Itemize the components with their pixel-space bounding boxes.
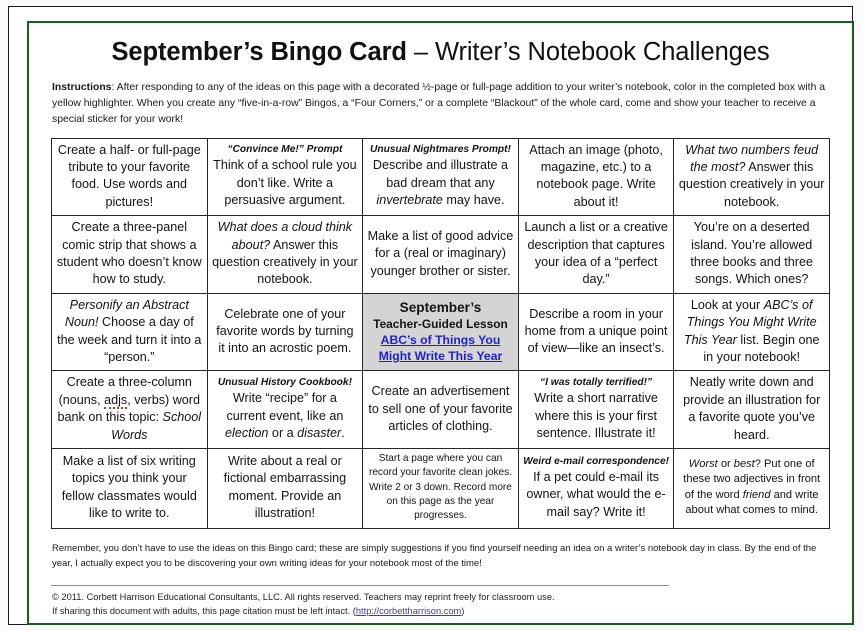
bingo-cell-body: You’re on a deserted island. You’re allo… — [690, 220, 813, 287]
bingo-cell-body: Personify an Abstract Noun! Choose a day… — [57, 297, 202, 365]
bingo-cell-header: “Convince Me!” Prompt — [227, 144, 343, 156]
page-title: September’s Bingo Card – Writer’s Notebo… — [51, 38, 830, 67]
bingo-cell-header: Unusual History Cookbook! — [217, 377, 352, 389]
bingo-cell-r2-c4[interactable]: Launch a list or a creative description … — [517, 215, 675, 294]
bingo-cell-body: Create a three-column (nouns, adjs, verb… — [57, 375, 202, 442]
bingo-cell-r4-c2[interactable]: Unusual History Cookbook! Write “recipe” … — [206, 370, 364, 450]
bingo-cell-r2-c3[interactable]: Make a list of good advice for a (real o… — [362, 215, 519, 294]
bingo-cell-body: Launch a list or a creative description … — [524, 220, 668, 287]
copyright-line-2-prefix: If sharing this document with adults, th… — [52, 605, 356, 616]
instructions-text: : After responding to any of the ideas o… — [52, 82, 826, 126]
copyright-block: © 2011. Corbett Harrison Educational Con… — [52, 590, 829, 618]
copyright-line-2-suffix: ) — [461, 605, 465, 616]
bingo-cell-r1-c2[interactable]: “Convince Me!” Prompt Think of a school r… — [206, 137, 364, 217]
bingo-cell-r1-c3[interactable]: Unusual Nightmares Prompt! Describe and i… — [362, 137, 519, 217]
green-border-frame: September’s Bingo Card – Writer’s Notebo… — [27, 21, 854, 625]
bingo-cell-header: “I was totally terrified!” — [540, 377, 653, 389]
bingo-row: Personify an Abstract Noun! Choose a day… — [51, 292, 830, 372]
document-page: September’s Bingo Card – Writer’s Notebo… — [0, 0, 863, 631]
bingo-cell-body: Look at your ABC’s of Things You Might W… — [683, 297, 820, 365]
bingo-cell-body: Create a three-panel comic strip that sh… — [56, 220, 202, 287]
bingo-cell-body: Write “recipe” for a current event, like… — [225, 391, 345, 440]
page-title-bold: September’s Bingo Card — [111, 38, 407, 66]
bingo-cell-r4-c1[interactable]: Create a three-column (nouns, adjs, verb… — [51, 370, 208, 450]
bingo-cell-r4-c4[interactable]: “I was totally terrified!” Write a short … — [517, 370, 675, 450]
page-title-regular: Writer’s Notebook Challenges — [434, 38, 770, 66]
bingo-row: Create a half- or full-page tribute to y… — [51, 137, 830, 217]
free-space-title: September’s — [399, 299, 482, 315]
bingo-cell-r2-c2[interactable]: What does a cloud think about? Answer th… — [206, 215, 364, 294]
bingo-cell-body: What does a cloud think about? Answer th… — [212, 220, 358, 287]
paper-sheet: September’s Bingo Card – Writer’s Notebo… — [8, 6, 854, 625]
instructions-label: Instructions — [52, 82, 112, 93]
bingo-cell-body: If a pet could e-mail its owner, what wo… — [526, 469, 666, 519]
bingo-row: Create a three-panel comic strip that sh… — [51, 215, 830, 294]
bingo-cell-body: Create an advertisement to sell one of y… — [368, 384, 513, 433]
bingo-cell-body: What two numbers feud the most? Answer t… — [678, 142, 825, 209]
bingo-cell-r3-c5[interactable]: Look at your ABC’s of Things You Might W… — [673, 292, 830, 372]
bingo-cell-body: Attach an image (photo, magazine, etc.) … — [529, 142, 663, 209]
bingo-row: Create a three-column (nouns, adjs, verb… — [51, 370, 830, 450]
copyright-line-1: © 2011. Corbett Harrison Educational Con… — [52, 591, 555, 602]
bingo-cell-r5-c3[interactable]: Start a page where you can record your f… — [362, 448, 519, 529]
bingo-cell-body: Neatly write down and provide an illustr… — [683, 375, 821, 442]
bingo-cell-body: Start a page where you can record your f… — [368, 453, 513, 522]
bingo-row: Make a list of six writing topics you th… — [51, 448, 830, 529]
bingo-cell-r3-c2[interactable]: Celebrate one of your favorite words by … — [206, 292, 364, 372]
bingo-cell-free-space[interactable]: September’s Teacher-Guided Lesson ABC’s of… — [362, 292, 519, 372]
teacher-guided-lesson-link[interactable]: ABC’s of Things You Might Write This Yea… — [367, 332, 514, 365]
free-space-subtitle: Teacher-Guided Lesson — [373, 316, 508, 331]
instructions-paragraph: Instructions: After responding to any of… — [52, 80, 829, 129]
bingo-cell-header: Unusual Nightmares Prompt! — [370, 144, 511, 156]
bingo-cell-r5-c1[interactable]: Make a list of six writing topics you th… — [51, 448, 208, 529]
bingo-cell-r4-c3[interactable]: Create an advertisement to sell one of y… — [362, 370, 519, 450]
bingo-cell-body: Think of a school rule you don’t like. W… — [213, 158, 357, 208]
bingo-grid: Create a half- or full-page tribute to y… — [51, 137, 830, 529]
bingo-cell-r5-c5[interactable]: Worst or best? Put one of these two adje… — [673, 448, 830, 529]
bingo-cell-header: Weird e-mail correspondence! — [523, 455, 670, 467]
bingo-cell-r1-c5[interactable]: What two numbers feud the most? Answer t… — [673, 137, 830, 217]
remember-note: Remember, you don’t have to use the idea… — [52, 542, 817, 570]
bingo-cell-body: Create a half- or full-page tribute to y… — [57, 142, 201, 209]
bingo-grid-body: Create a half- or full-page tribute to y… — [51, 137, 830, 529]
bingo-cell-r1-c1[interactable]: Create a half- or full-page tribute to y… — [51, 137, 208, 217]
bingo-cell-r2-c5[interactable]: You’re on a deserted island. You’re allo… — [673, 215, 830, 294]
bingo-cell-body: Describe and illustrate a bad dream that… — [372, 158, 509, 208]
bingo-cell-r4-c5[interactable]: Neatly write down and provide an illustr… — [673, 370, 830, 450]
bingo-cell-body: Make a list of good advice for a (real o… — [367, 228, 514, 278]
bingo-cell-body: Celebrate one of your favorite words by … — [216, 306, 354, 356]
bingo-cell-body: Worst or best? Put one of these two adje… — [683, 458, 821, 517]
page-content: September’s Bingo Card – Writer’s Notebo… — [29, 23, 852, 623]
bingo-cell-r1-c4[interactable]: Attach an image (photo, magazine, etc.) … — [517, 137, 675, 217]
bingo-cell-r3-c4[interactable]: Describe a room in your home from a uniq… — [517, 292, 675, 372]
bingo-cell-body: Write about a real or fictional embarras… — [223, 454, 347, 521]
corbett-harrison-link[interactable]: http://corbettharrison.com — [356, 606, 461, 616]
bingo-cell-r3-c1[interactable]: Personify an Abstract Noun! Choose a day… — [51, 292, 208, 372]
bingo-cell-body: Make a list of six writing topics you th… — [61, 454, 197, 521]
bingo-cell-body: Describe a room in your home from a uniq… — [524, 306, 668, 356]
bingo-cell-r5-c4[interactable]: Weird e-mail correspondence! If a pet cou… — [517, 448, 675, 529]
bingo-cell-r5-c2[interactable]: Write about a real or fictional embarras… — [206, 448, 364, 529]
footer-divider — [51, 584, 669, 586]
bingo-cell-body: Write a short narrative where this is yo… — [534, 391, 658, 440]
copyright-line-2: If sharing this document with adults, th… — [52, 604, 829, 618]
page-title-separator: – — [406, 38, 435, 66]
bingo-cell-r2-c1[interactable]: Create a three-panel comic strip that sh… — [51, 215, 208, 294]
